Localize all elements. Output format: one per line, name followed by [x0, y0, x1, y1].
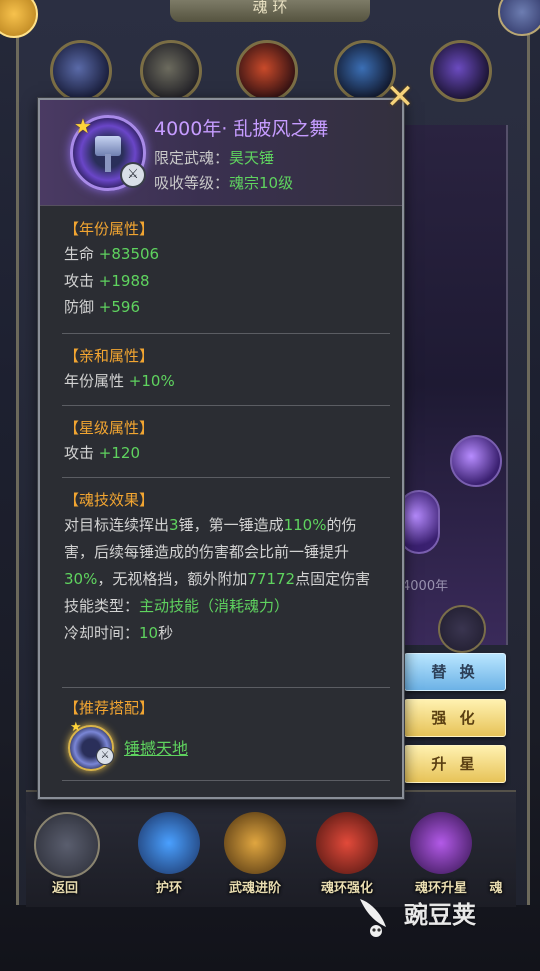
section-title: 【年份属性】 — [64, 220, 155, 238]
soul-ring-orb-icon[interactable] — [398, 490, 440, 554]
enhance-button[interactable]: 强 化 — [404, 699, 506, 737]
watermark: 豌豆荚 — [352, 893, 476, 939]
weapon-label: 限定武魂： — [154, 149, 230, 167]
right-ring-panel: 4000年 — [398, 125, 508, 653]
divider — [62, 477, 390, 478]
section-title: 【亲和属性】 — [64, 347, 155, 365]
soul-ring-title: 4000年· 乱披风之舞 — [154, 118, 329, 140]
martial-soul-advance-icon[interactable] — [224, 812, 286, 874]
weapon-type-badge-icon: ⚔ — [96, 747, 114, 765]
empty-ring-slot-icon[interactable] — [438, 605, 486, 653]
tab-back[interactable]: 返回 — [22, 877, 108, 896]
close-icon[interactable]: ✕ — [384, 80, 416, 114]
soul-ring-detail-popup: ★ ⚔ 4000年· 乱披风之舞 限定武魂：昊天锤 吸收等级：魂宗10级 【年份… — [38, 98, 404, 799]
star-icon: ★ — [74, 114, 92, 138]
tab-martial-soul-advance[interactable]: 武魂进阶 — [212, 877, 298, 896]
stat-row: 生命 +83506 — [64, 245, 160, 263]
recommended-skill-link[interactable]: 锤撼天地 — [124, 735, 188, 759]
bottom-tab-bar: 返回 护环 武魂进阶 魂环强化 魂环升星 魂 — [26, 790, 516, 907]
section-title: 【推荐搭配】 — [64, 699, 155, 717]
divider — [62, 687, 390, 688]
stat-row: 攻击 +120 — [64, 444, 140, 462]
divider — [62, 333, 390, 334]
soul-ring-slot-icon[interactable] — [430, 40, 492, 102]
ring-star-up-icon[interactable] — [410, 812, 472, 874]
skill-type-row: 技能类型：主动技能（消耗魂力） — [64, 597, 290, 615]
soul-ring-slot-icon[interactable] — [140, 40, 202, 102]
soul-ring-orb-icon[interactable] — [450, 435, 502, 487]
cooldown-row: 冷却时间：10秒 — [64, 623, 174, 642]
stat-row: 年份属性 +10% — [64, 372, 175, 390]
level-label: 吸收等级： — [154, 174, 230, 192]
soul-ring-slot-icon[interactable] — [236, 40, 298, 102]
watermark-logo-icon — [360, 899, 386, 937]
skill-effect-section: 【魂技效果】 对目标连续挥出3锤，第一锤造成110%的伤害，后续每锤造成的伤害都… — [64, 489, 390, 646]
skill-description: 对目标连续挥出3锤，第一锤造成110%的伤害，后续每锤造成的伤害都会比前一锤提升… — [64, 516, 371, 588]
popup-header: ★ ⚔ 4000年· 乱披风之舞 限定武魂：昊天锤 吸收等级：魂宗10级 — [40, 100, 402, 206]
stat-row: 攻击 +1988 — [64, 271, 150, 290]
affinity-attribute-section: 【亲和属性】 年份属性 +10% — [64, 345, 390, 395]
soul-ring-slot-icon[interactable] — [50, 40, 112, 102]
guard-ring-icon[interactable] — [138, 812, 200, 874]
star-up-button[interactable]: 升 星 — [404, 745, 506, 783]
ring-enhance-icon[interactable] — [316, 812, 378, 874]
level-value: 魂宗10级 — [229, 174, 294, 192]
watermark-text: 豌豆荚 — [404, 901, 476, 929]
absorb-level: 吸收等级：魂宗10级 — [154, 172, 293, 193]
section-title: 【星级属性】 — [64, 419, 155, 437]
tab-guard[interactable]: 护环 — [126, 877, 212, 896]
ring-year-label: 4000年 — [402, 579, 449, 594]
divider — [62, 405, 390, 406]
star-icon: ★ — [70, 720, 82, 735]
star-attribute-section: 【星级属性】 攻击 +120 — [64, 417, 390, 467]
back-arrow-icon[interactable] — [34, 812, 100, 878]
stat-row: 防御 +596 — [64, 298, 140, 316]
weapon-restriction: 限定武魂：昊天锤 — [154, 147, 274, 168]
hammer-icon — [95, 136, 121, 156]
weapon-value: 昊天锤 — [229, 149, 275, 167]
weapon-type-badge-icon: ⚔ — [120, 162, 146, 188]
top-soul-ring-row — [40, 40, 500, 102]
divider — [62, 780, 390, 781]
scene-header-title: 魂 环 — [170, 0, 370, 22]
replace-button[interactable]: 替 换 — [404, 653, 506, 691]
recommend-section: 【推荐搭配】 — [64, 697, 390, 718]
year-attribute-section: 【年份属性】 生命 +83506 攻击 +1988 防御 +596 — [64, 218, 390, 321]
section-title: 【魂技效果】 — [64, 491, 155, 509]
